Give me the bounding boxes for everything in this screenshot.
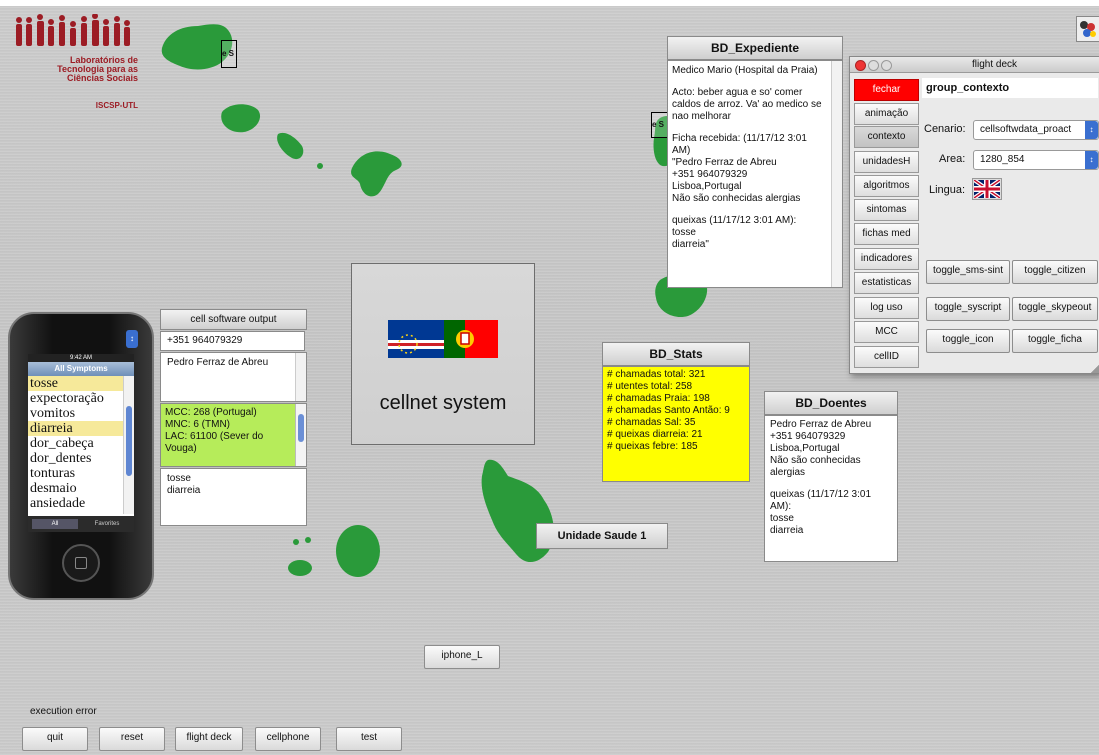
minimize-icon[interactable]: [868, 60, 879, 71]
bd-expediente-body: Medico Mario (Hospital da Praia) Acto: b…: [667, 60, 843, 288]
area-label: Area:: [939, 153, 966, 165]
symptom-vomitos[interactable]: vomitos: [28, 406, 134, 421]
group-contexto-header: group_contexto: [922, 78, 1098, 98]
side-button-fichas-med[interactable]: fichas med: [854, 223, 919, 245]
toggle-syscript-button[interactable]: toggle_syscript: [926, 297, 1010, 321]
chevron-updown-icon: ↕: [1085, 151, 1098, 169]
symptom-tosse[interactable]: tosse: [28, 376, 134, 391]
symptom-dor-cabeca[interactable]: dor_cabeça: [28, 436, 134, 451]
symptom-desmaio[interactable]: desmaio: [28, 481, 134, 496]
cell-output-symptoms: tosse diarreia: [160, 468, 307, 526]
cell-output-phone: +351 964079329: [160, 331, 305, 351]
lab-logo-text: Laboratórios de Tecnologia para as Ciênc…: [57, 55, 138, 83]
lab-logo-subtitle: ISCSP-UTL: [95, 101, 138, 110]
flight-deck-titlebar: flight deck: [850, 57, 1099, 73]
side-button-contexto[interactable]: contexto: [854, 126, 919, 148]
unidade-saude-label[interactable]: Unidade Saude 1: [536, 523, 668, 549]
side-button-mcc[interactable]: MCC: [854, 321, 919, 343]
lingua-label: Lingua:: [929, 184, 966, 196]
symptom-diarreia[interactable]: diarreia: [28, 421, 134, 436]
side-button-log-uso[interactable]: log uso: [854, 297, 919, 319]
cellnet-system-panel: cellnet system: [351, 263, 535, 445]
side-button-animacao[interactable]: animação: [854, 103, 919, 125]
chevron-updown-icon: ↕: [1085, 121, 1098, 139]
side-button-estatisticas[interactable]: estatisticas: [854, 272, 919, 294]
toggle-ficha-button[interactable]: toggle_ficha: [1012, 329, 1098, 353]
toggle-skypeout-button[interactable]: toggle_skypeout: [1012, 297, 1098, 321]
quit-button[interactable]: quit: [22, 727, 88, 751]
close-icon[interactable]: [855, 60, 866, 71]
side-button-algoritmos[interactable]: algoritmos: [854, 175, 919, 197]
cellnet-title: cellnet system: [379, 392, 507, 414]
portugal-flag-icon: [444, 320, 498, 358]
bd-stats-body: # chamadas total: 321 # utentes total: 2…: [602, 366, 750, 482]
symptom-expectoracao[interactable]: expectoração: [28, 391, 134, 406]
flight-deck-button[interactable]: flight deck: [175, 727, 243, 751]
iphone-dropdown[interactable]: ↕: [126, 330, 138, 348]
bd-doentes-title: BD_Doentes: [764, 391, 898, 415]
cell-output-network: MCC: 268 (Portugal) MNC: 6 (TMN) LAC: 61…: [160, 403, 307, 467]
side-button-indicadores[interactable]: indicadores: [854, 248, 919, 270]
symptom-tonturas[interactable]: tonturas: [28, 466, 134, 481]
iphone-nav-header: All Symptoms: [28, 362, 134, 376]
iphone-screen: 9:42 AM All Symptoms tosse expectoração …: [28, 354, 134, 532]
cell-output-name: Pedro Ferraz de Abreu: [160, 352, 307, 402]
island-marker-1[interactable]: e S: [221, 40, 237, 68]
toggle-sms-sint-button[interactable]: toggle_sms-sint: [926, 260, 1010, 284]
bd-expediente-title: BD_Expediente: [667, 36, 843, 60]
scrollbar[interactable]: [123, 376, 134, 514]
app-icon[interactable]: [1076, 16, 1099, 42]
tab-favorites[interactable]: Favorites: [84, 519, 130, 529]
island-sao-vicente: [221, 104, 261, 133]
island-sao-nicolau: [277, 132, 402, 197]
island-fogo: [336, 525, 380, 577]
side-button-fechar[interactable]: fechar: [854, 79, 919, 101]
resize-grip-icon[interactable]: [1091, 365, 1099, 373]
flight-deck-title: flight deck: [971, 59, 1018, 70]
island-santiago: [481, 459, 554, 563]
bd-doentes-body: Pedro Ferraz de Abreu +351 964079329 Lis…: [764, 415, 898, 562]
flight-deck-window: flight deck fechar animação contexto uni…: [849, 56, 1099, 374]
area-select[interactable]: 1280_854 ↕: [973, 150, 1099, 170]
side-button-unidadesh[interactable]: unidadesH: [854, 151, 919, 173]
iphone-tab-bar: All Favorites: [28, 516, 134, 532]
tab-all[interactable]: All: [32, 519, 78, 529]
cenario-label: Cenario:: [924, 123, 966, 135]
toggle-icon-button[interactable]: toggle_icon: [926, 329, 1010, 353]
execution-error-text: execution error: [30, 706, 97, 717]
side-button-cellid[interactable]: cellID: [854, 346, 919, 368]
cenario-select[interactable]: cellsoftwdata_proact ↕: [973, 120, 1099, 140]
iphone-home-button[interactable]: [62, 544, 100, 582]
reset-button[interactable]: reset: [99, 727, 165, 751]
island-brava: [288, 537, 312, 576]
bd-stats-title: BD_Stats: [602, 342, 750, 366]
lab-logo-figures-icon: [16, 14, 130, 46]
uk-flag-icon[interactable]: [972, 178, 1002, 200]
symptom-dor-dentes[interactable]: dor_dentes: [28, 451, 134, 466]
toggle-citizen-button[interactable]: toggle_citizen: [1012, 260, 1098, 284]
symptoms-list: tosse expectoração vomitos diarreia dor_…: [28, 376, 134, 514]
cape-verde-flag-icon: [388, 320, 444, 358]
side-button-sintomas[interactable]: sintomas: [854, 199, 919, 221]
iphone-l-button[interactable]: iphone_L: [424, 645, 500, 669]
zoom-icon[interactable]: [881, 60, 892, 71]
iphone-status-bar: 9:42 AM: [28, 354, 134, 362]
iphone-device: ↕ 9:42 AM All Symptoms tosse expectoraçã…: [8, 312, 154, 600]
cell-output-header: cell software output: [160, 309, 307, 330]
test-button[interactable]: test: [336, 727, 402, 751]
symptom-ansiedade[interactable]: ansiedade: [28, 496, 134, 511]
cellphone-button[interactable]: cellphone: [255, 727, 321, 751]
top-frame: [0, 0, 1099, 6]
scrollbar[interactable]: [295, 353, 306, 401]
scrollbar[interactable]: [295, 404, 306, 466]
scrollbar[interactable]: [831, 61, 842, 287]
